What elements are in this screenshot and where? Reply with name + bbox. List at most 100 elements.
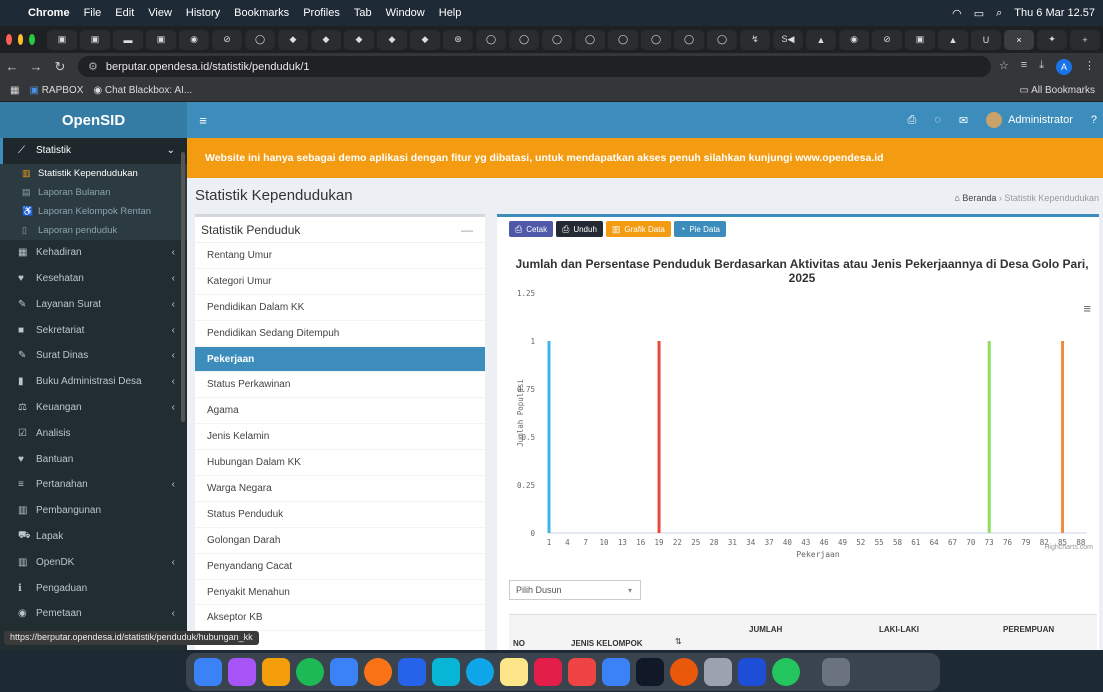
list-item-pendidikan-dalam-kk[interactable]: Pendidikan Dalam KK — [195, 295, 485, 321]
list-item-kategori-umur[interactable]: Kategori Umur — [195, 269, 485, 295]
browser-tab[interactable]: ◯ — [707, 29, 738, 50]
sidebar-item-surat-dinas[interactable]: ✎ Surat Dinas ‹ — [0, 343, 187, 369]
sidebar-item-buku-administrasi-desa[interactable]: ▮ Buku Administrasi Desa ‹ — [0, 369, 187, 395]
reload-icon[interactable]: ↻ — [48, 59, 72, 75]
browser-tab[interactable]: ◯ — [476, 29, 507, 50]
list-item-rentang-umur[interactable]: Rentang Umur — [195, 243, 485, 269]
browser-tab[interactable]: ▲ — [938, 29, 969, 50]
all-bookmarks[interactable]: ▭ All Bookmarks — [1019, 85, 1103, 96]
extensions-icon[interactable]: ≡ — [1021, 59, 1027, 75]
clock[interactable]: Thu 6 Mar 12.57 — [1014, 7, 1095, 19]
apps-grid-icon[interactable]: ▦ — [10, 85, 19, 96]
list-item-penyakit-menahun[interactable]: Penyakit Menahun — [195, 580, 485, 606]
menu-view[interactable]: View — [148, 7, 172, 19]
sort-icon[interactable]: ⇅ — [675, 637, 682, 646]
spotify-icon[interactable] — [296, 658, 324, 686]
list-item-golongan-darah[interactable]: Golongan Darah — [195, 528, 485, 554]
sidebar-item-pemetaan[interactable]: ◉ Pemetaan ‹ — [0, 601, 187, 627]
browser-tab[interactable]: ◆ — [410, 29, 441, 50]
th-male[interactable]: LAKI-LAKI — [879, 625, 919, 634]
star-icon[interactable]: ☆ — [999, 59, 1009, 75]
new-tab-button[interactable]: + — [1070, 29, 1101, 50]
appstore-icon[interactable] — [602, 658, 630, 686]
settings-icon[interactable] — [704, 658, 732, 686]
browser-tab[interactable]: ◆ — [377, 29, 408, 50]
list-item-akseptor-kb[interactable]: Akseptor KB — [195, 605, 485, 632]
browser-tab[interactable]: ↯ — [740, 29, 771, 50]
notes-icon[interactable] — [500, 658, 528, 686]
word-icon[interactable] — [738, 658, 766, 686]
th-no[interactable]: NO — [513, 639, 525, 648]
print-button[interactable]: ⎙ Cetak — [509, 221, 554, 237]
menu-history[interactable]: History — [186, 7, 220, 19]
mail-icon[interactable] — [330, 658, 358, 686]
browser-tab[interactable]: ◉ — [179, 29, 210, 50]
sidebar-scrollbar[interactable] — [181, 152, 185, 422]
menu-edit[interactable]: Edit — [115, 7, 134, 19]
sidebar-item-analisis[interactable]: ☑ Analisis — [0, 420, 187, 446]
sidebar-item-bantuan[interactable]: ♥ Bantuan — [0, 446, 187, 472]
sidebar-item-sekretariat[interactable]: ■ Sekretariat ‹ — [0, 317, 187, 343]
sidebar-sub-laporan-bulanan[interactable]: ▤ Laporan Bulanan — [0, 182, 187, 202]
more-icon[interactable]: ⋮ — [1084, 59, 1095, 75]
list-item-status-penduduk[interactable]: Status Penduduk — [195, 502, 485, 528]
sidebar-item-lapak[interactable]: ⛟ Lapak — [0, 524, 187, 550]
sidebar-item-keuangan[interactable]: ⚖ Keuangan ‹ — [0, 395, 187, 421]
th-group[interactable]: JENIS KELOMPOK — [571, 639, 643, 648]
bar-chart-button[interactable]: ▥ Grafik Data — [605, 221, 671, 237]
download-icon[interactable]: ⤓ — [1039, 59, 1044, 75]
forward-icon[interactable]: → — [24, 59, 48, 74]
maximize-window-icon[interactable] — [29, 34, 36, 45]
browser-tab[interactable]: ⊘ — [212, 29, 243, 50]
vscode-icon[interactable] — [398, 658, 426, 686]
browser-tab-active[interactable]: × — [1004, 29, 1035, 50]
search-icon[interactable]: ⌕ — [996, 7, 1002, 20]
browser-tab[interactable]: U — [971, 29, 1002, 50]
browser-tab[interactable]: ◆ — [311, 29, 342, 50]
safari-icon[interactable] — [466, 658, 494, 686]
browser-tab[interactable]: ◯ — [509, 29, 540, 50]
collapse-icon[interactable]: — — [461, 223, 473, 237]
browser-tab[interactable]: S◀ — [773, 29, 804, 50]
mail-icon[interactable]: ✉ — [959, 114, 968, 127]
browser-tab[interactable]: ◯ — [674, 29, 705, 50]
browser-tab[interactable]: ◆ — [278, 29, 309, 50]
back-icon[interactable]: ← — [0, 59, 24, 74]
comment-icon[interactable]: ◌ — [934, 114, 941, 126]
trash-icon[interactable] — [822, 658, 850, 686]
brand-logo[interactable]: OpenSID — [0, 102, 187, 138]
menu-app[interactable]: Chrome — [28, 7, 70, 19]
browser-tab[interactable]: ▣ — [905, 29, 936, 50]
browser-tab[interactable]: ◯ — [608, 29, 639, 50]
sidebar-item-layanan-surat[interactable]: ✎ Layanan Surat ‹ — [0, 291, 187, 317]
sidebar-item-pembangunan[interactable]: ▥ Pembangunan — [0, 498, 187, 524]
whatsapp-icon[interactable] — [772, 658, 800, 686]
browser-tab[interactable]: ◆ — [344, 29, 375, 50]
hamburger-icon[interactable]: ≡ — [187, 113, 219, 128]
bookmark-blackbox[interactable]: ◉ Chat Blackbox: AI... — [93, 85, 192, 96]
firefox-icon[interactable] — [670, 658, 698, 686]
browser-tab[interactable]: ▣ — [47, 29, 78, 50]
browser-tab[interactable]: ◉ — [839, 29, 870, 50]
list-item-agama[interactable]: Agama — [195, 398, 485, 425]
sidebar-item-opendk[interactable]: ▥ OpenDK ‹ — [0, 549, 187, 575]
menu-file[interactable]: File — [84, 7, 102, 19]
music-icon[interactable] — [568, 658, 596, 686]
url-field[interactable]: ⚙ berputar.opendesa.id/statistik/pendudu… — [78, 56, 991, 77]
browser-tab[interactable]: ⊛ — [443, 29, 474, 50]
browser-tab[interactable]: ◯ — [542, 29, 573, 50]
user-menu[interactable]: Administrator — [986, 112, 1073, 128]
menu-help[interactable]: Help — [439, 7, 462, 19]
site-info-icon[interactable]: ⚙ — [88, 60, 98, 73]
browser-tab[interactable]: ⊘ — [872, 29, 903, 50]
sidebar-sub-laporan-kelompok-rentan[interactable]: ♿ Laporan Kelompok Rentan — [0, 201, 187, 221]
breadcrumb-home[interactable]: Beranda — [962, 193, 996, 203]
list-item-status-perkawinan[interactable]: Status Perkawinan — [195, 372, 485, 399]
browser-tab[interactable]: ◯ — [575, 29, 606, 50]
browser-tab[interactable]: ▣ — [80, 29, 111, 50]
list-item-pekerjaan[interactable]: Pekerjaan — [195, 346, 485, 373]
launchpad-icon[interactable] — [228, 658, 256, 686]
pie-chart-button[interactable]: ◔ Pie Data — [673, 221, 726, 237]
wifi-icon[interactable]: ◠ — [952, 7, 962, 20]
sidebar-item-kehadiran[interactable]: ▦ Kehadiran ‹ — [0, 240, 187, 266]
